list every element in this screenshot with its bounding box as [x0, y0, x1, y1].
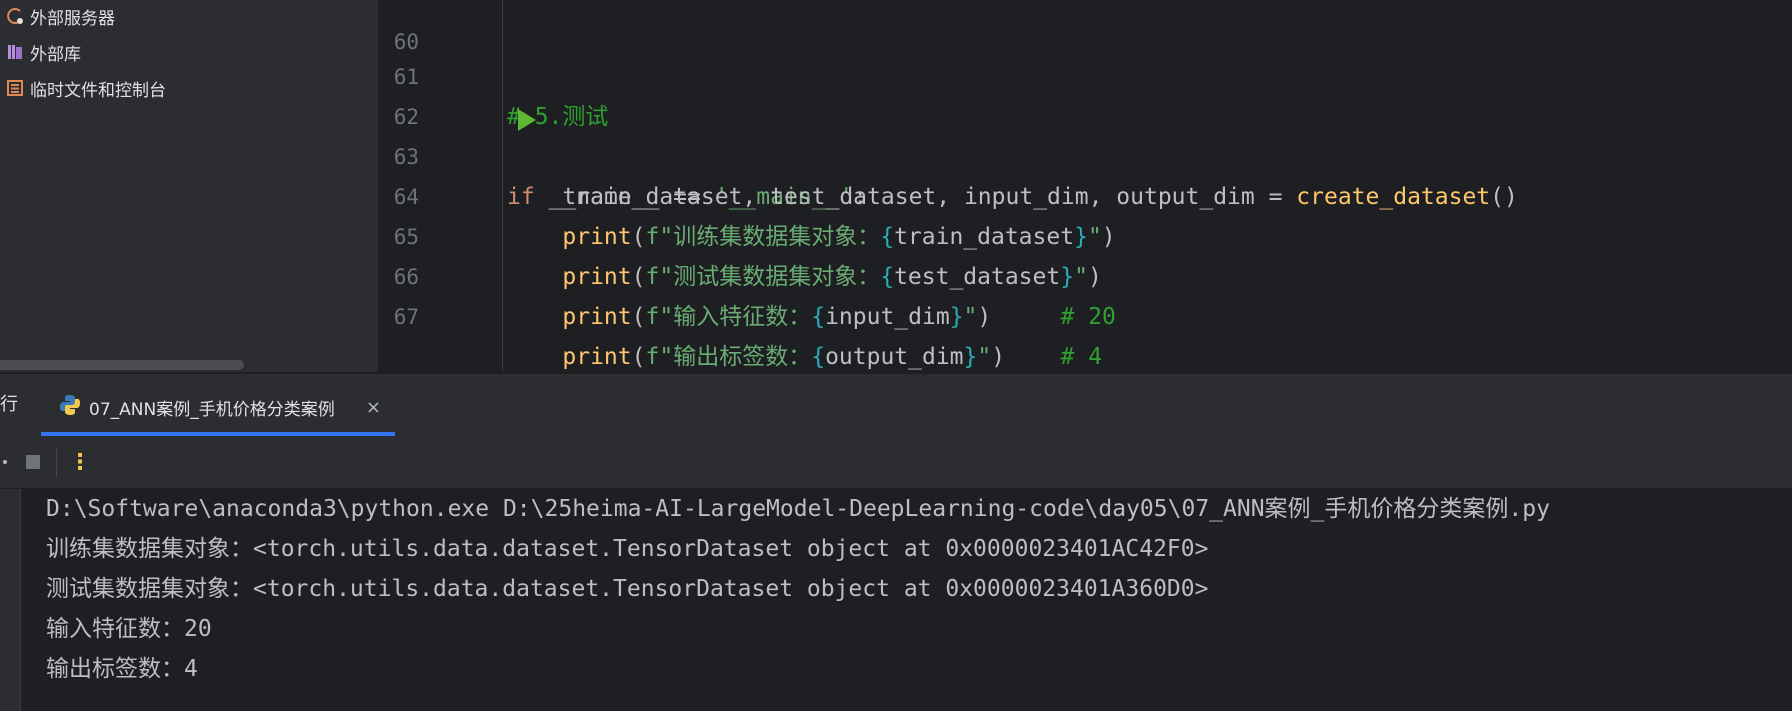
console-line: 测试集数据集对象：<torch.utils.data.dataset.Tenso…	[46, 576, 1209, 602]
code-line-61: 61 # 5.测试	[379, 17, 1792, 130]
external-server-icon	[0, 6, 30, 26]
code-comment: # 20	[1060, 304, 1116, 330]
tree-item-external-servers[interactable]: 外部服务器	[0, 4, 115, 29]
code-line-67: 67 print(f"输出标签数：{output_dim}") # 4	[379, 257, 1792, 370]
code-function: print	[562, 304, 632, 330]
console-line: 输出标签数：4	[46, 656, 198, 682]
code-string: f"输入特征数：	[645, 304, 812, 330]
toolbar-divider	[56, 447, 57, 477]
more-actions-icon[interactable]: ⋮	[68, 436, 92, 488]
console-line: D:\Software\anaconda3\python.exe D:\25he…	[46, 496, 1550, 522]
console-line: 输入特征数：20	[46, 616, 212, 642]
code-gap	[1005, 344, 1060, 370]
code-brace: {	[811, 344, 826, 370]
code-gap	[991, 304, 1060, 330]
project-tree-panel: 外部服务器 外部库 临时文件和控制台	[0, 0, 379, 372]
run-tab-label: 07_ANN案例_手机价格分类案例	[89, 399, 335, 420]
code-text: )	[977, 304, 992, 330]
python-icon	[59, 394, 81, 421]
code-comment: # 4	[1060, 344, 1103, 370]
code-line-65: 65 print(f"测试集数据集对象：{test_dataset}")	[379, 177, 1792, 290]
tree-item-external-libraries[interactable]: 外部库	[0, 40, 81, 65]
code-text: (	[631, 344, 646, 370]
run-window-label: 行	[0, 394, 18, 415]
code-string: "	[977, 344, 992, 370]
close-icon[interactable]: ×	[366, 397, 381, 418]
code-function: print	[562, 344, 632, 370]
scratch-file-icon	[0, 78, 30, 98]
code-editor[interactable]: 60 61 # 5.测试 62 if __name__ == '__main__…	[379, 0, 1792, 372]
code-line-63: 63 train_dataset, test_dataset, input_di…	[379, 97, 1792, 210]
code-variable: input_dim	[825, 304, 950, 330]
console-gutter	[0, 489, 21, 711]
console-output[interactable]: D:\Software\anaconda3\python.exe D:\25he…	[0, 489, 1792, 711]
line-number: 67	[393, 305, 419, 329]
code-brace: }	[949, 304, 964, 330]
code-line-62: 62 if __name__ == '__main__':	[379, 57, 1792, 210]
run-tab[interactable]: 07_ANN案例_手机价格分类案例 ×	[41, 378, 395, 436]
run-tool-window-header: 行 07_ANN案例_手机价格分类案例 ×	[0, 373, 1792, 437]
stop-icon[interactable]	[20, 436, 46, 488]
code-variable: output_dim	[825, 344, 964, 370]
tree-item-scratches[interactable]: 临时文件和控制台	[0, 76, 166, 101]
code-text: (	[631, 304, 646, 330]
tree-item-label: 外部库	[30, 44, 81, 65]
code-brace: {	[811, 304, 826, 330]
code-brace: }	[963, 344, 978, 370]
horizontal-scrollbar[interactable]	[0, 360, 244, 370]
code-string: f"输出标签数：	[645, 344, 812, 370]
rerun-icon[interactable]	[0, 436, 14, 488]
tree-item-label: 外部服务器	[30, 8, 115, 29]
library-icon	[0, 42, 30, 62]
code-line-66: 66 print(f"输入特征数：{input_dim}") # 20	[379, 217, 1792, 330]
code-text: )	[991, 344, 1006, 370]
code-line-64: 64 print(f"训练集数据集对象：{train_dataset}")	[379, 137, 1792, 250]
tree-item-label: 临时文件和控制台	[30, 80, 166, 101]
code-string: "	[963, 304, 978, 330]
run-toolbar: ⋮	[0, 436, 1792, 489]
console-line: 训练集数据集对象：<torch.utils.data.dataset.Tenso…	[46, 536, 1209, 562]
